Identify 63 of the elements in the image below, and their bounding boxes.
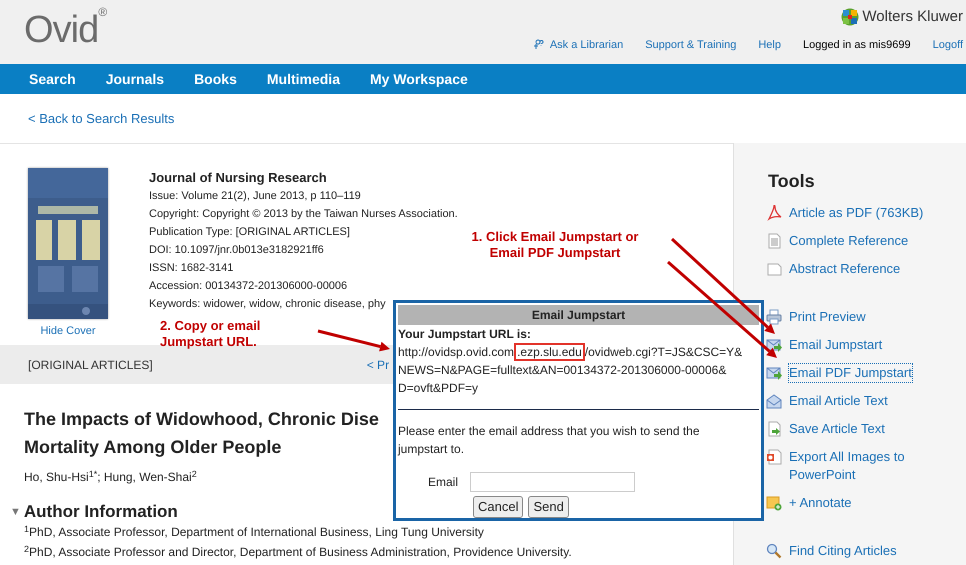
email-input[interactable] bbox=[470, 472, 636, 492]
pdf-icon[interactable] bbox=[766, 205, 782, 221]
author-list: Ho, Shu-Hsi$^{1*}$; Hung, Wen-Shai$^{2}$ bbox=[24, 469, 197, 485]
journal-detail: Issue: Volume 21(2), June 2013, p 110–119 bbox=[149, 189, 362, 204]
journal-detail: DOI: 10.1097/jnr.0b013e3182921ff6 bbox=[149, 243, 325, 258]
previous-link[interactable]: < Pr bbox=[366, 356, 390, 374]
tool-link[interactable]: Email PDF Jumpstart bbox=[789, 364, 912, 382]
url-label: Your Jumpstart URL is: bbox=[398, 326, 532, 343]
tool-link[interactable]: Find Citing Articles bbox=[789, 542, 897, 560]
email-label: Email bbox=[428, 474, 458, 491]
tool-link[interactable]: Save Article Text bbox=[789, 420, 885, 438]
expand-toggle[interactable]: ▼ bbox=[10, 504, 21, 520]
help-icon[interactable] bbox=[532, 39, 545, 52]
journal-title: Journal of Nursing Research bbox=[149, 169, 328, 187]
tool-link[interactable]: Export All Images to PowerPoint bbox=[789, 448, 924, 484]
nav-tab[interactable]: Multimedia bbox=[266, 68, 340, 90]
section-heading: Author Information bbox=[24, 502, 178, 522]
header-link[interactable]: Logoff bbox=[932, 37, 963, 54]
prompt-text: Please enter the email address that you wish to send the jumpstart to. bbox=[398, 423, 701, 458]
nav-tab[interactable]: Journals bbox=[106, 68, 164, 90]
tool-link[interactable]: Email Jumpstart bbox=[789, 336, 882, 354]
ask-librarian-link[interactable]: Ask a Librarian bbox=[532, 37, 624, 54]
nav-tab[interactable]: Books bbox=[194, 68, 237, 90]
section-label: [ORIGINAL ARTICLES] bbox=[28, 356, 153, 374]
journal-detail: Accession: 00134372-201306000-00006 bbox=[149, 279, 348, 294]
nav-tab[interactable]: Search bbox=[29, 68, 76, 90]
journal-detail: Publication Type: [ORIGINAL ARTICLES] bbox=[149, 225, 351, 240]
tool-link[interactable]: Email Article Text bbox=[789, 392, 888, 410]
printer-icon[interactable] bbox=[766, 309, 782, 325]
header-link[interactable]: Support & Training bbox=[645, 37, 736, 54]
nav-tab[interactable]: My Workspace bbox=[370, 68, 468, 90]
dialog-title: Email Jumpstart bbox=[398, 305, 759, 325]
login-status: Logged in as mis9699 bbox=[802, 38, 911, 53]
tool-link[interactable]: + Annotate bbox=[789, 494, 852, 512]
affiliation-text: $^{1}$PhD, Associate Professor, Department of International Business, Ling Tung University bbox=[24, 522, 484, 541]
article-title: The Impacts of Widowhood, Chronic Dise bbox=[24, 408, 379, 431]
document-icon[interactable] bbox=[766, 233, 782, 249]
ovid-logo[interactable]: Ovid$^{®}$ bbox=[24, 8, 106, 52]
article-title: Mortality Among Older People bbox=[24, 436, 282, 459]
dialog-button[interactable]: Cancel bbox=[473, 496, 524, 518]
slides-icon[interactable] bbox=[766, 449, 782, 465]
tool-link[interactable]: Complete Reference bbox=[789, 232, 908, 250]
journal-detail: Keywords: widower, widow, chronic disease, phy bbox=[149, 297, 387, 312]
note-icon[interactable] bbox=[766, 495, 782, 511]
search-icon[interactable] bbox=[766, 543, 782, 559]
back-link[interactable]: < Back to Search Results bbox=[28, 108, 174, 128]
tool-link[interactable]: Print Preview bbox=[789, 308, 866, 326]
tool-link[interactable]: Abstract Reference bbox=[789, 260, 900, 278]
tools-heading: Tools bbox=[768, 170, 816, 192]
annotation-text: 2. Copy or email Jumpstart URL. bbox=[160, 318, 260, 350]
annotation-text: 1. Click Email Jumpstart or Email PDF Jumpstart bbox=[470, 229, 640, 261]
tool-link[interactable]: Article as PDF (763KB) bbox=[789, 204, 924, 222]
envelope-icon[interactable] bbox=[766, 393, 782, 409]
affiliation-text: $^{2}$PhD, Associate Professor and Director, Department of Business Administration, Providence University. bbox=[24, 542, 572, 561]
dialog-button[interactable]: Send bbox=[528, 496, 569, 518]
globe-icon bbox=[841, 8, 860, 26]
hide-cover-link[interactable]: Hide Cover bbox=[40, 323, 96, 340]
page-icon[interactable] bbox=[766, 261, 782, 277]
page-arrow-icon[interactable] bbox=[766, 421, 782, 437]
header-link[interactable]: Help bbox=[758, 37, 781, 54]
journal-detail: ISSN: 1682-3141 bbox=[149, 261, 234, 276]
journal-detail: Copyright: Copyright © 2013 by the Taiwan Nurses Association. bbox=[149, 207, 458, 222]
brand-name: Wolters Kluwer bbox=[862, 7, 963, 27]
